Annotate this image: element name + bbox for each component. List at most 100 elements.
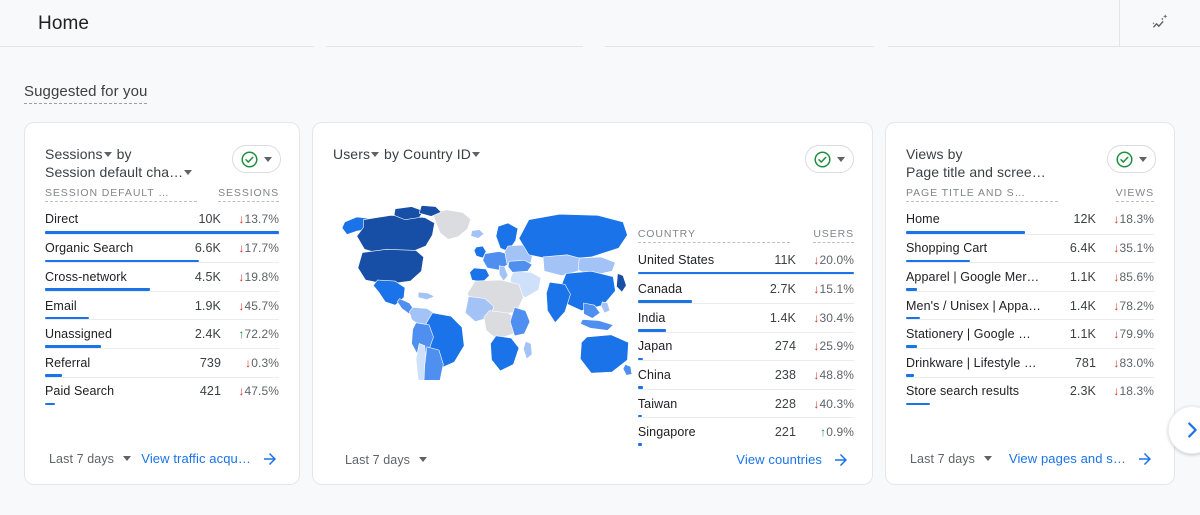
row-metric-value: 221	[774, 425, 796, 440]
row-bar	[45, 402, 55, 406]
column-header-metric: SESSIONS	[218, 187, 279, 202]
row-delta: ↓48.8%	[813, 367, 854, 382]
row-metric-value: 11K	[774, 253, 796, 268]
row-dimension: Stationery | Google …	[906, 327, 1031, 342]
row-dimension: China	[637, 367, 671, 382]
date-range-selector[interactable]: Last 7 days	[43, 447, 137, 471]
card-header: Sessions by Session default cha…	[25, 123, 299, 181]
content-area: Suggested for you Sessions by Session de…	[0, 47, 1200, 485]
card-status-button[interactable]	[805, 145, 854, 173]
world-choropleth-map[interactable]	[313, 172, 638, 434]
chevron-right-icon	[1188, 422, 1197, 438]
view-pages-and-screens-link[interactable]: View pages and s…	[1005, 445, 1158, 473]
card-metric-selector[interactable]: Sessions	[45, 146, 103, 162]
arrow-up-icon: ↑	[238, 327, 245, 342]
chevron-down-icon[interactable]	[1139, 156, 1147, 162]
row-dimension: Singapore	[637, 425, 696, 440]
row-dimension: Store search results	[906, 384, 1020, 399]
row-dimension: Taiwan	[637, 396, 678, 411]
app-bar: Home	[0, 0, 1200, 47]
card-footer: Last 7 days View traffic acqu…	[25, 432, 299, 484]
arrow-down-icon: ↓	[238, 298, 245, 313]
table-row[interactable]: Home 12K ↓18.3%	[906, 205, 1154, 234]
card-dimension-label: Page title and scree…	[906, 164, 1046, 180]
check-circle-icon	[1116, 150, 1133, 168]
table-row[interactable]: Unassigned 2.4K ↑72.2%	[45, 319, 279, 348]
chevron-down-icon[interactable]	[264, 156, 272, 162]
table-rows: United States 11K ↓20.0% Canada 2.7K ↓15.1% In…	[637, 246, 854, 446]
chevron-down-icon[interactable]	[837, 156, 845, 162]
row-delta: ↑72.2%	[238, 327, 279, 342]
row-metric-value: 421	[199, 384, 221, 399]
row-delta: ↓25.9%	[813, 339, 854, 354]
card-dimension-selector[interactable]: Session default cha…	[45, 164, 183, 180]
date-range-selector[interactable]: Last 7 days	[904, 447, 998, 471]
table-row[interactable]: Taiwan 228 ↓40.3%	[637, 388, 854, 418]
card-header: Views by Page title and scree…	[886, 123, 1174, 181]
card-title: Views by Page title and scree…	[906, 145, 1046, 181]
table-row[interactable]: Shopping Cart 6.4K ↓35.1%	[906, 233, 1154, 263]
table-row[interactable]: Referral 739 ↓0.3%	[45, 347, 279, 377]
table-row[interactable]: Stationery | Google … 1.1K ↓79.9%	[906, 319, 1154, 348]
table-row[interactable]: Email 1.9K ↓45.7%	[45, 290, 279, 320]
row-metric-value: 2.7K	[769, 282, 796, 297]
chevron-down-icon	[123, 456, 132, 461]
row-metric-value: 274	[774, 339, 796, 354]
row-delta: ↓15.1%	[813, 282, 854, 297]
table-row[interactable]: China 238 ↓48.8%	[637, 360, 854, 389]
chevron-down-icon[interactable]	[103, 152, 112, 157]
app-bar-actions	[1119, 0, 1200, 46]
table-row[interactable]: Organic Search 6.6K ↓17.7%	[45, 233, 279, 263]
row-delta: ↓78.2%	[1113, 298, 1154, 313]
row-dimension: Unassigned	[45, 327, 113, 342]
row-delta: ↓47.5%	[238, 384, 279, 399]
row-dimension: Drinkware | Lifestyle …	[906, 355, 1037, 370]
table-rows: Home 12K ↓18.3% Shopping Cart 6.4K ↓35.1% Appa…	[906, 205, 1154, 406]
card-title: Users by Country ID	[333, 145, 481, 163]
row-delta: ↑0.9%	[820, 425, 854, 440]
arrow-down-icon: ↓	[245, 355, 252, 370]
row-delta: ↓40.3%	[813, 396, 854, 411]
arrow-down-icon: ↓	[1113, 241, 1120, 256]
view-countries-link[interactable]: View countries	[732, 446, 854, 474]
row-delta: ↓13.7%	[238, 212, 279, 227]
table-row[interactable]: Paid Search 421 ↓47.5%	[45, 376, 279, 406]
link-label: View countries	[736, 452, 822, 468]
table-row[interactable]: Drinkware | Lifestyle … 781 ↓83.0%	[906, 347, 1154, 377]
chevron-down-icon	[419, 457, 428, 463]
card-metric-label: Views by	[906, 146, 963, 162]
chevron-down-icon	[984, 456, 993, 461]
table-row[interactable]: India 1.4K ↓30.4%	[637, 302, 854, 332]
table-row[interactable]: Cross-network 4.5K ↓19.8%	[45, 262, 279, 291]
chevron-down-icon[interactable]	[471, 152, 480, 157]
table-row[interactable]: Men's / Unisex | Appa… 1.4K ↓78.2%	[906, 290, 1154, 320]
table-row[interactable]: Apparel | Google Mer… 1.1K ↓85.6%	[906, 262, 1154, 291]
chevron-down-icon[interactable]	[371, 152, 380, 157]
row-delta: ↓17.7%	[238, 241, 279, 256]
date-range-label: Last 7 days	[49, 451, 115, 466]
card-title-suffix: by	[112, 146, 132, 162]
chevron-down-icon[interactable]	[184, 170, 193, 175]
view-traffic-acquisition-link[interactable]: View traffic acqu…	[137, 445, 283, 473]
date-range-selector[interactable]: Last 7 days	[339, 448, 433, 472]
card-status-button[interactable]	[1107, 145, 1156, 173]
table-row[interactable]: Japan 274 ↓25.9%	[637, 331, 854, 361]
row-metric-value: 781	[1074, 355, 1096, 370]
row-delta: ↓18.3%	[1113, 212, 1154, 227]
row-dimension: Home	[906, 212, 940, 227]
card-title-suffix: by Country ID	[380, 146, 471, 162]
row-delta: ↓20.0%	[813, 253, 854, 268]
row-metric-value: 1.4K	[1069, 298, 1096, 313]
row-dimension: Cross-network	[45, 269, 127, 284]
insights-sparkle-icon[interactable]	[1144, 6, 1178, 40]
table-row[interactable]: Canada 2.7K ↓15.1%	[637, 274, 854, 303]
row-delta: ↓79.9%	[1113, 327, 1154, 342]
arrow-down-icon: ↓	[238, 384, 245, 399]
table-row[interactable]: Singapore 221 ↑0.9%	[637, 417, 854, 446]
card-status-button[interactable]	[232, 145, 281, 173]
arrow-down-icon: ↓	[813, 367, 820, 382]
table-row[interactable]: Direct 10K ↓13.7%	[45, 205, 279, 234]
table-row[interactable]: United States 11K ↓20.0%	[637, 246, 854, 275]
card-metric-selector[interactable]: Users	[333, 146, 370, 162]
table-row[interactable]: Store search results 2.3K ↓18.3%	[906, 376, 1154, 406]
